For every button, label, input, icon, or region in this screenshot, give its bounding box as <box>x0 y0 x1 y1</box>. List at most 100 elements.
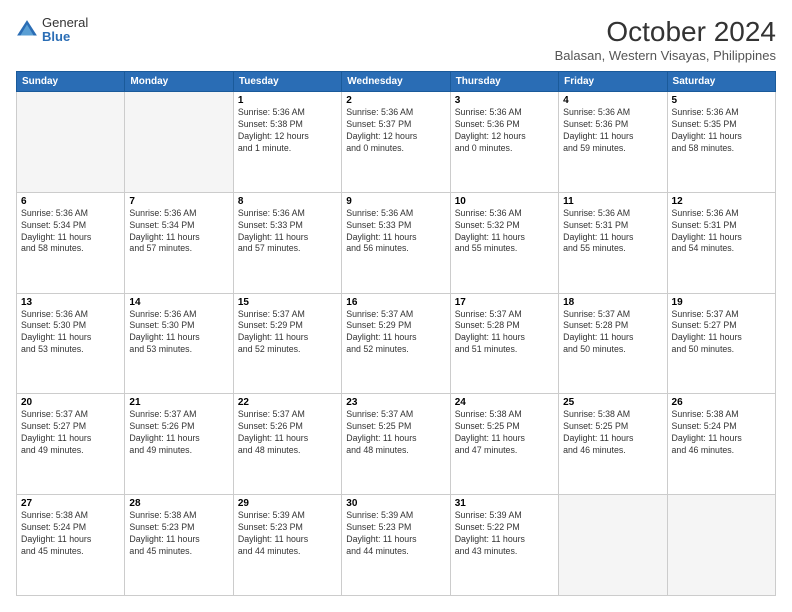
day-number: 16 <box>346 297 445 308</box>
calendar-cell: 15Sunrise: 5:37 AM Sunset: 5:29 PM Dayli… <box>233 293 341 394</box>
day-number: 24 <box>455 397 554 408</box>
calendar-cell <box>559 495 667 596</box>
calendar-cell <box>125 92 233 193</box>
day-number: 8 <box>238 196 337 207</box>
day-info: Sunrise: 5:36 AM Sunset: 5:31 PM Dayligh… <box>672 208 771 256</box>
calendar-cell <box>667 495 775 596</box>
day-info: Sunrise: 5:38 AM Sunset: 5:25 PM Dayligh… <box>455 409 554 457</box>
day-number: 14 <box>129 297 228 308</box>
logo-text: General Blue <box>42 16 88 45</box>
day-number: 26 <box>672 397 771 408</box>
day-info: Sunrise: 5:38 AM Sunset: 5:24 PM Dayligh… <box>21 510 120 558</box>
day-info: Sunrise: 5:37 AM Sunset: 5:27 PM Dayligh… <box>672 309 771 357</box>
day-info: Sunrise: 5:39 AM Sunset: 5:22 PM Dayligh… <box>455 510 554 558</box>
day-number: 1 <box>238 95 337 106</box>
day-info: Sunrise: 5:37 AM Sunset: 5:29 PM Dayligh… <box>346 309 445 357</box>
calendar-cell: 3Sunrise: 5:36 AM Sunset: 5:36 PM Daylig… <box>450 92 558 193</box>
calendar-week-row: 13Sunrise: 5:36 AM Sunset: 5:30 PM Dayli… <box>17 293 776 394</box>
day-info: Sunrise: 5:36 AM Sunset: 5:30 PM Dayligh… <box>21 309 120 357</box>
logo-blue: Blue <box>42 30 88 44</box>
day-number: 21 <box>129 397 228 408</box>
day-number: 23 <box>346 397 445 408</box>
day-info: Sunrise: 5:36 AM Sunset: 5:33 PM Dayligh… <box>346 208 445 256</box>
day-number: 25 <box>563 397 662 408</box>
day-number: 18 <box>563 297 662 308</box>
day-info: Sunrise: 5:36 AM Sunset: 5:33 PM Dayligh… <box>238 208 337 256</box>
weekday-header: Friday <box>559 72 667 92</box>
day-number: 17 <box>455 297 554 308</box>
day-number: 31 <box>455 498 554 509</box>
calendar-cell: 11Sunrise: 5:36 AM Sunset: 5:31 PM Dayli… <box>559 192 667 293</box>
weekday-header: Wednesday <box>342 72 450 92</box>
day-number: 12 <box>672 196 771 207</box>
day-info: Sunrise: 5:36 AM Sunset: 5:35 PM Dayligh… <box>672 107 771 155</box>
calendar-body: 1Sunrise: 5:36 AM Sunset: 5:38 PM Daylig… <box>17 92 776 596</box>
day-info: Sunrise: 5:37 AM Sunset: 5:29 PM Dayligh… <box>238 309 337 357</box>
calendar-cell: 16Sunrise: 5:37 AM Sunset: 5:29 PM Dayli… <box>342 293 450 394</box>
calendar-cell <box>17 92 125 193</box>
day-info: Sunrise: 5:39 AM Sunset: 5:23 PM Dayligh… <box>346 510 445 558</box>
day-number: 4 <box>563 95 662 106</box>
day-info: Sunrise: 5:36 AM Sunset: 5:37 PM Dayligh… <box>346 107 445 155</box>
day-number: 6 <box>21 196 120 207</box>
day-number: 19 <box>672 297 771 308</box>
header: General Blue October 2024 Balasan, Weste… <box>16 16 776 63</box>
calendar-cell: 4Sunrise: 5:36 AM Sunset: 5:36 PM Daylig… <box>559 92 667 193</box>
calendar-cell: 23Sunrise: 5:37 AM Sunset: 5:25 PM Dayli… <box>342 394 450 495</box>
day-info: Sunrise: 5:38 AM Sunset: 5:23 PM Dayligh… <box>129 510 228 558</box>
calendar-cell: 24Sunrise: 5:38 AM Sunset: 5:25 PM Dayli… <box>450 394 558 495</box>
day-info: Sunrise: 5:38 AM Sunset: 5:24 PM Dayligh… <box>672 409 771 457</box>
calendar-cell: 1Sunrise: 5:36 AM Sunset: 5:38 PM Daylig… <box>233 92 341 193</box>
title-block: October 2024 Balasan, Western Visayas, P… <box>555 16 776 63</box>
day-info: Sunrise: 5:39 AM Sunset: 5:23 PM Dayligh… <box>238 510 337 558</box>
day-info: Sunrise: 5:37 AM Sunset: 5:27 PM Dayligh… <box>21 409 120 457</box>
calendar-table: SundayMondayTuesdayWednesdayThursdayFrid… <box>16 71 776 596</box>
calendar-cell: 10Sunrise: 5:36 AM Sunset: 5:32 PM Dayli… <box>450 192 558 293</box>
calendar-cell: 29Sunrise: 5:39 AM Sunset: 5:23 PM Dayli… <box>233 495 341 596</box>
calendar-week-row: 1Sunrise: 5:36 AM Sunset: 5:38 PM Daylig… <box>17 92 776 193</box>
calendar-cell: 26Sunrise: 5:38 AM Sunset: 5:24 PM Dayli… <box>667 394 775 495</box>
weekday-header: Tuesday <box>233 72 341 92</box>
day-info: Sunrise: 5:37 AM Sunset: 5:28 PM Dayligh… <box>455 309 554 357</box>
day-info: Sunrise: 5:36 AM Sunset: 5:38 PM Dayligh… <box>238 107 337 155</box>
weekday-header: Monday <box>125 72 233 92</box>
calendar-cell: 17Sunrise: 5:37 AM Sunset: 5:28 PM Dayli… <box>450 293 558 394</box>
day-number: 20 <box>21 397 120 408</box>
day-info: Sunrise: 5:37 AM Sunset: 5:28 PM Dayligh… <box>563 309 662 357</box>
calendar-cell: 8Sunrise: 5:36 AM Sunset: 5:33 PM Daylig… <box>233 192 341 293</box>
calendar-cell: 19Sunrise: 5:37 AM Sunset: 5:27 PM Dayli… <box>667 293 775 394</box>
day-info: Sunrise: 5:37 AM Sunset: 5:26 PM Dayligh… <box>129 409 228 457</box>
calendar-cell: 21Sunrise: 5:37 AM Sunset: 5:26 PM Dayli… <box>125 394 233 495</box>
calendar-cell: 25Sunrise: 5:38 AM Sunset: 5:25 PM Dayli… <box>559 394 667 495</box>
calendar-cell: 14Sunrise: 5:36 AM Sunset: 5:30 PM Dayli… <box>125 293 233 394</box>
calendar-cell: 12Sunrise: 5:36 AM Sunset: 5:31 PM Dayli… <box>667 192 775 293</box>
day-number: 5 <box>672 95 771 106</box>
logo: General Blue <box>16 16 88 45</box>
calendar-cell: 27Sunrise: 5:38 AM Sunset: 5:24 PM Dayli… <box>17 495 125 596</box>
day-number: 2 <box>346 95 445 106</box>
calendar-cell: 18Sunrise: 5:37 AM Sunset: 5:28 PM Dayli… <box>559 293 667 394</box>
day-number: 3 <box>455 95 554 106</box>
calendar-header: SundayMondayTuesdayWednesdayThursdayFrid… <box>17 72 776 92</box>
calendar-cell: 22Sunrise: 5:37 AM Sunset: 5:26 PM Dayli… <box>233 394 341 495</box>
day-number: 7 <box>129 196 228 207</box>
day-info: Sunrise: 5:36 AM Sunset: 5:31 PM Dayligh… <box>563 208 662 256</box>
day-info: Sunrise: 5:36 AM Sunset: 5:36 PM Dayligh… <box>455 107 554 155</box>
calendar-cell: 6Sunrise: 5:36 AM Sunset: 5:34 PM Daylig… <box>17 192 125 293</box>
day-info: Sunrise: 5:36 AM Sunset: 5:34 PM Dayligh… <box>129 208 228 256</box>
month-title: October 2024 <box>555 16 776 48</box>
weekday-header: Sunday <box>17 72 125 92</box>
calendar-week-row: 20Sunrise: 5:37 AM Sunset: 5:27 PM Dayli… <box>17 394 776 495</box>
day-info: Sunrise: 5:36 AM Sunset: 5:34 PM Dayligh… <box>21 208 120 256</box>
day-number: 28 <box>129 498 228 509</box>
calendar-cell: 31Sunrise: 5:39 AM Sunset: 5:22 PM Dayli… <box>450 495 558 596</box>
day-info: Sunrise: 5:37 AM Sunset: 5:25 PM Dayligh… <box>346 409 445 457</box>
weekday-row: SundayMondayTuesdayWednesdayThursdayFrid… <box>17 72 776 92</box>
day-number: 22 <box>238 397 337 408</box>
calendar-cell: 5Sunrise: 5:36 AM Sunset: 5:35 PM Daylig… <box>667 92 775 193</box>
day-number: 9 <box>346 196 445 207</box>
day-number: 30 <box>346 498 445 509</box>
calendar-cell: 13Sunrise: 5:36 AM Sunset: 5:30 PM Dayli… <box>17 293 125 394</box>
logo-general: General <box>42 16 88 30</box>
calendar-cell: 7Sunrise: 5:36 AM Sunset: 5:34 PM Daylig… <box>125 192 233 293</box>
